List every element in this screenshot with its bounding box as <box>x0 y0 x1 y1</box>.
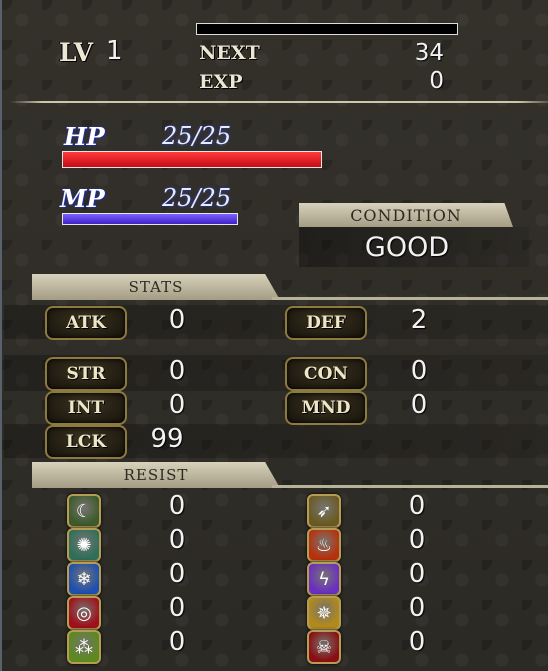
resist-header: RESIST <box>32 462 280 488</box>
lightning-icon: ϟ <box>307 562 341 596</box>
resist-value: 0 <box>408 627 426 657</box>
stats-header: STATS <box>32 274 280 300</box>
stats-header-line <box>272 297 548 300</box>
str-badge: STR <box>45 357 127 391</box>
lck-badge: LCK <box>45 425 127 459</box>
def-badge: DEF <box>285 306 367 340</box>
str-value: 0 <box>168 356 186 386</box>
resist-value: 0 <box>168 491 186 521</box>
status-panel: LV 1 NEXT 34 EXP 0 HP 25/25 MP 25/25 CON… <box>0 0 548 671</box>
exp-value: 0 <box>429 68 444 94</box>
next-value: 34 <box>414 40 444 66</box>
resist-value: 0 <box>168 593 186 623</box>
resist-value: 0 <box>168 559 186 589</box>
ice-crystal-icon: ❄ <box>67 562 101 596</box>
hp-bar <box>62 151 322 168</box>
lck-value: 99 <box>150 424 184 454</box>
exp-label: EXP <box>199 71 243 93</box>
hp-label: HP <box>64 122 105 151</box>
con-badge: CON <box>285 357 367 391</box>
holy-sigil-icon: ✵ <box>307 596 341 630</box>
exp-progress-bar <box>196 23 458 35</box>
hp-value: 25/25 <box>162 122 232 150</box>
int-value: 0 <box>168 390 186 420</box>
next-label: NEXT <box>199 42 260 64</box>
resist-value: 0 <box>168 627 186 657</box>
poison-icon: ⁂ <box>67 630 101 664</box>
mp-label: MP <box>60 184 105 213</box>
fire-icon: ♨ <box>307 528 341 562</box>
int-badge: INT <box>45 391 127 425</box>
def-value: 2 <box>410 305 428 335</box>
mnd-badge: MND <box>285 391 367 425</box>
atk-badge: ATK <box>45 306 127 340</box>
mp-bar <box>62 213 238 225</box>
moon-icon: ☾ <box>67 494 101 528</box>
divider <box>10 101 548 103</box>
resist-value: 0 <box>408 525 426 555</box>
condition-header: CONDITION <box>299 203 513 227</box>
resist-value: 0 <box>408 559 426 589</box>
resist-value: 0 <box>168 525 186 555</box>
mp-value: 25/25 <box>162 184 232 212</box>
resist-header-line <box>272 485 548 488</box>
skull-curse-icon: ☠ <box>307 630 341 664</box>
mnd-value: 0 <box>410 390 428 420</box>
con-value: 0 <box>410 356 428 386</box>
resist-value: 0 <box>408 491 426 521</box>
condition-value: GOOD <box>364 232 450 263</box>
level-label: LV <box>59 38 94 67</box>
arrow-burst-icon: ➶ <box>307 494 341 528</box>
level-value: 1 <box>106 36 123 66</box>
atk-value: 0 <box>168 305 186 335</box>
vortex-icon: ◎ <box>67 596 101 630</box>
wind-burst-icon: ✺ <box>67 528 101 562</box>
resist-value: 0 <box>408 593 426 623</box>
